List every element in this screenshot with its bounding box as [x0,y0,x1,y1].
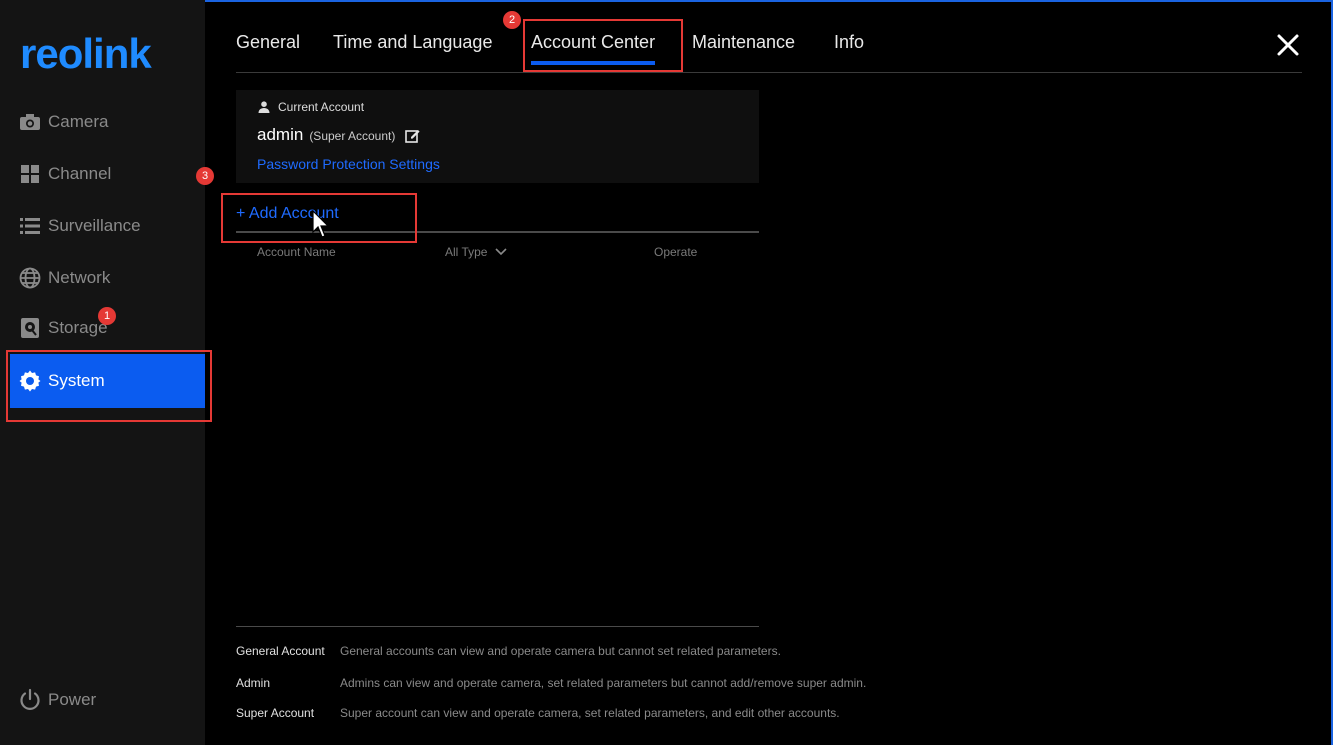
legend-term: Admin [236,676,271,690]
step-badge-2: 2 [503,11,521,29]
reolink-logo: reolink [20,32,153,76]
sidebar-item-channel[interactable]: Channel [18,154,111,194]
mouse-cursor-icon [312,210,330,238]
highlight-account-center [523,19,683,72]
tabs-divider [236,72,1302,73]
column-account-name: Account Name [257,245,336,259]
password-protection-link[interactable]: Password Protection Settings [257,156,440,172]
legend-desc: Admins can view and operate camera, set … [340,676,867,690]
legend-term: General Account [236,644,325,658]
type-filter-label: All Type [445,245,488,259]
camera-icon [18,110,42,134]
sidebar-item-storage[interactable]: Storage [18,308,108,348]
step-badge-1: 1 [98,307,116,325]
sidebar-item-label: Channel [48,164,112,183]
close-button[interactable] [1276,33,1300,57]
current-account-heading: Current Account [258,100,364,114]
tab-general[interactable]: General [236,32,300,53]
storage-icon [18,316,42,340]
legend-term: Super Account [236,706,315,720]
legend-divider [236,626,759,627]
power-icon [18,688,42,712]
power-button[interactable]: Power [18,688,96,712]
globe-icon [18,266,42,290]
grid-icon [18,162,42,186]
tab-time-and-language[interactable]: Time and Language [333,32,492,53]
chevron-down-icon [495,248,508,256]
sidebar-item-label: Surveillance [48,216,141,235]
user-icon [258,101,270,113]
sidebar-item-label: Camera [48,112,109,131]
account-role: (Super Account) [309,129,396,143]
highlight-system [6,350,212,422]
list-icon [18,214,42,238]
step-badge-3: 3 [196,167,214,185]
power-label: Power [48,690,97,709]
tab-info[interactable]: Info [834,32,864,53]
sidebar-item-surveillance[interactable]: Surveillance [18,206,141,246]
edit-icon[interactable] [405,128,420,143]
tab-maintenance[interactable]: Maintenance [692,32,795,53]
sidebar-item-camera[interactable]: Camera [18,102,108,142]
type-filter-dropdown[interactable]: All Type [445,245,508,259]
legend-desc: General accounts can view and operate ca… [340,644,781,658]
close-icon [1277,34,1299,56]
account-name: admin [257,125,304,144]
current-account-card: Current Account admin (Super Account) Pa… [236,90,759,183]
svg-text:reolink: reolink [20,32,152,76]
legend-desc: Super account can view and operate camer… [340,706,840,720]
column-operate: Operate [654,245,698,259]
sidebar-item-network[interactable]: Network [18,258,110,298]
sidebar-item-label: Network [48,268,111,287]
